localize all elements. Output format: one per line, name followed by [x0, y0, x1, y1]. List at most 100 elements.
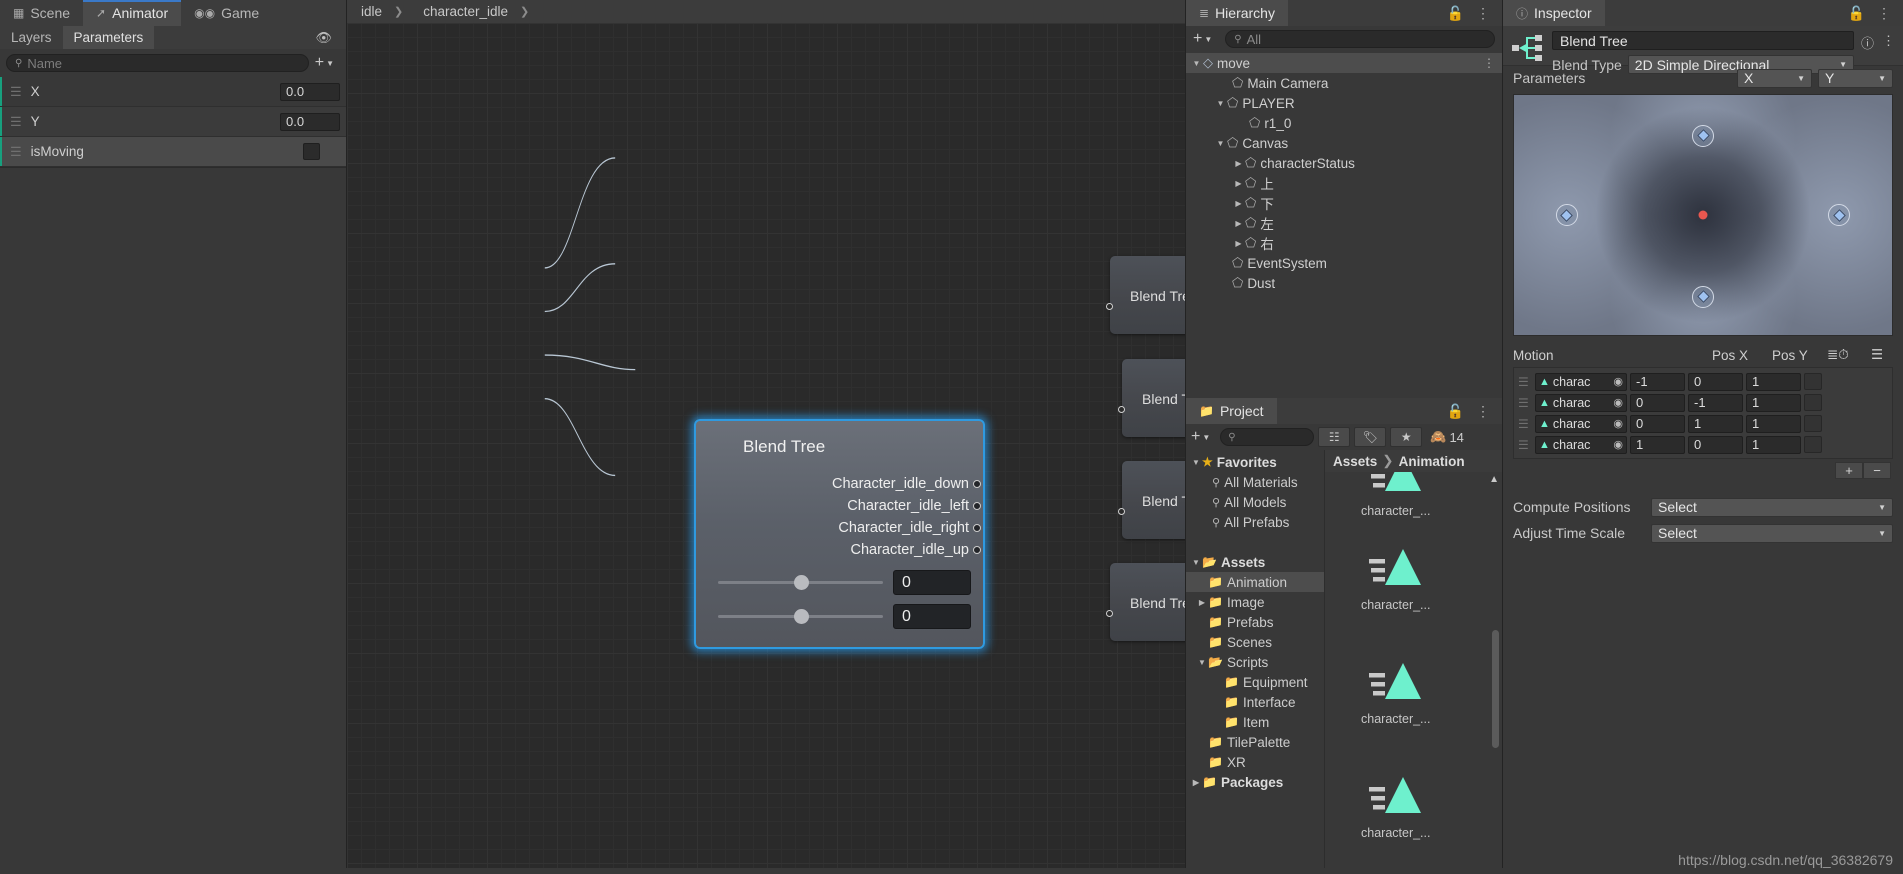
- pos-y-field[interactable]: -1: [1688, 393, 1743, 412]
- slider-value-field[interactable]: 0: [893, 604, 971, 629]
- motion-field[interactable]: ▲ charac ◉: [1535, 372, 1627, 391]
- time-scale-field[interactable]: 1: [1746, 435, 1801, 454]
- lock-icon[interactable]: 🔓: [1447, 6, 1464, 20]
- pos-y-field[interactable]: 1: [1688, 414, 1743, 433]
- remove-motion-button[interactable]: −: [1863, 462, 1891, 479]
- kebab-icon[interactable]: ⋮: [1476, 6, 1490, 20]
- pos-x-field[interactable]: -1: [1630, 372, 1685, 391]
- drag-handle-icon[interactable]: ☰: [1518, 438, 1532, 452]
- time-scale-field[interactable]: 1: [1746, 414, 1801, 433]
- blend-tree-slider-x[interactable]: 0: [696, 570, 983, 595]
- parameter-row-x[interactable]: ☰ X 0.0: [0, 77, 346, 107]
- twirl-right-icon[interactable]: ▶: [1232, 219, 1245, 228]
- drag-handle-icon[interactable]: ☰: [10, 84, 22, 100]
- breadcrumb-idle[interactable]: idle ❯: [347, 0, 409, 23]
- project-item-packages[interactable]: ▶ 📁 Packages: [1186, 772, 1324, 792]
- packages-filter-button[interactable]: ☷: [1318, 427, 1351, 447]
- blend-tree-motion-item[interactable]: Character_idle_right: [696, 517, 981, 539]
- slider-track[interactable]: [718, 609, 883, 624]
- blend-center-marker[interactable]: [1698, 210, 1708, 220]
- object-picker-icon[interactable]: ◉: [1613, 396, 1626, 409]
- mirror-checkbox[interactable]: [1804, 436, 1822, 453]
- label-filter-button[interactable]: 🏷: [1354, 427, 1387, 447]
- time-scale-field[interactable]: 1: [1746, 372, 1801, 391]
- hierarchy-list[interactable]: ▼ ◇ move ⋮ ⬠ Main Camera ▼ ⬠ PLAYER ⬠ r1…: [1186, 52, 1502, 398]
- favorite-filter-button[interactable]: ★: [1390, 427, 1423, 447]
- pos-y-field[interactable]: 0: [1688, 435, 1743, 454]
- tab-game[interactable]: ◉◉ Game: [181, 0, 273, 26]
- asset-name-field[interactable]: Blend Tree: [1552, 31, 1854, 50]
- adjust-time-scale-dropdown[interactable]: Select ▼: [1651, 523, 1893, 543]
- hierarchy-item-canvas[interactable]: ▼ ⬠ Canvas: [1186, 133, 1502, 153]
- object-picker-icon[interactable]: ◉: [1613, 417, 1626, 430]
- blend-tree-motion-item[interactable]: Character_idle_left: [696, 495, 981, 517]
- hierarchy-search-input[interactable]: ⚲ All: [1225, 30, 1495, 48]
- twirl-right-icon[interactable]: ▶: [1196, 598, 1208, 607]
- parameter-search[interactable]: ⚲ Name: [6, 54, 309, 72]
- blend-point[interactable]: [1692, 124, 1714, 147]
- breadcrumb-assets[interactable]: Assets: [1333, 454, 1377, 469]
- add-parameter-button[interactable]: + ▼: [315, 55, 340, 71]
- hierarchy-item-eventsystem[interactable]: ⬠ EventSystem: [1186, 253, 1502, 273]
- asset-item[interactable]: character_...: [1361, 768, 1430, 840]
- scroll-up-arrow-icon[interactable]: ▲: [1489, 474, 1499, 485]
- time-scale-field[interactable]: 1: [1746, 393, 1801, 412]
- project-item-interface[interactable]: 📁 Interface: [1186, 692, 1324, 712]
- asset-item[interactable]: character_...: [1361, 540, 1430, 612]
- project-item-all-models[interactable]: ⚲ All Models: [1186, 492, 1324, 512]
- hierarchy-item-up[interactable]: ▶ ⬠ 上: [1186, 173, 1502, 193]
- twirl-down-icon[interactable]: ▼: [1214, 99, 1227, 108]
- hierarchy-item-move[interactable]: ▼ ◇ move ⋮: [1186, 53, 1502, 73]
- eye-icon[interactable]: 👁: [301, 26, 346, 49]
- state-node-character-idle-down[interactable]: character_idle_down Blend Tree: [1106, 256, 1185, 334]
- motion-field[interactable]: ▲ charac ◉: [1535, 414, 1627, 433]
- state-node-character-idle-left[interactable]: character_idle_left Blend Tree: [1118, 359, 1185, 437]
- lock-icon[interactable]: 🔓: [1447, 404, 1464, 418]
- project-item-scripts[interactable]: ▼ 📂 Scripts: [1186, 652, 1324, 672]
- slider-knob[interactable]: [793, 609, 809, 624]
- mirror-checkbox[interactable]: [1804, 373, 1822, 390]
- output-port-icon[interactable]: [973, 502, 981, 510]
- parameter-row-ismoving[interactable]: ☰ isMoving: [0, 137, 346, 167]
- project-item-equipment[interactable]: 📁 Equipment: [1186, 672, 1324, 692]
- vertical-scrollbar[interactable]: [1492, 630, 1499, 748]
- animator-state-graph[interactable]: Blend Tree Character_idle_down Character…: [347, 23, 1185, 874]
- table-row[interactable]: ☰ ▲ charac ◉ 1 0 1: [1516, 434, 1890, 455]
- parameter-value-field[interactable]: 0.0: [280, 82, 340, 101]
- output-port-icon[interactable]: [973, 546, 981, 554]
- kebab-icon[interactable]: ⋮: [1882, 33, 1895, 52]
- project-item-animation[interactable]: 📁 Animation: [1186, 572, 1324, 592]
- motion-field[interactable]: ▲ charac ◉: [1535, 435, 1627, 454]
- pos-x-field[interactable]: 0: [1630, 393, 1685, 412]
- parameter-row-y[interactable]: ☰ Y 0.0: [0, 107, 346, 137]
- mirror-checkbox[interactable]: [1804, 415, 1822, 432]
- drag-handle-icon[interactable]: ☰: [1518, 417, 1532, 431]
- project-add-button[interactable]: + ▼: [1191, 429, 1216, 445]
- hidden-items-counter[interactable]: 🙈 14: [1426, 429, 1464, 445]
- hierarchy-item-dust[interactable]: ⬠ Dust: [1186, 273, 1502, 293]
- project-item-all-materials[interactable]: ⚲ All Materials: [1186, 472, 1324, 492]
- state-node-character-idle-right[interactable]: character_idle_right Blend Tree: [1118, 461, 1185, 539]
- project-item-assets[interactable]: ▼ 📂 Assets: [1186, 552, 1324, 572]
- twirl-right-icon[interactable]: ▶: [1232, 239, 1245, 248]
- kebab-icon[interactable]: ⋮: [1483, 56, 1495, 70]
- blend-point[interactable]: [1828, 204, 1851, 226]
- project-item-xr[interactable]: 📁 XR: [1186, 752, 1324, 772]
- object-picker-icon[interactable]: ◉: [1613, 375, 1626, 388]
- drag-handle-icon[interactable]: ☰: [1518, 375, 1532, 389]
- pos-x-field[interactable]: 0: [1630, 414, 1685, 433]
- compute-positions-dropdown[interactable]: Select ▼: [1651, 497, 1893, 517]
- twirl-right-icon[interactable]: ▶: [1190, 778, 1202, 787]
- tab-animator[interactable]: ➚ Animator: [83, 0, 182, 26]
- object-picker-icon[interactable]: ◉: [1613, 438, 1626, 451]
- motion-field[interactable]: ▲ charac ◉: [1535, 393, 1627, 412]
- lock-icon[interactable]: 🔓: [1848, 6, 1865, 20]
- pos-x-field[interactable]: 1: [1630, 435, 1685, 454]
- project-item-item[interactable]: 📁 Item: [1186, 712, 1324, 732]
- tab-hierarchy[interactable]: ≣ Hierarchy: [1186, 0, 1288, 26]
- project-items-area[interactable]: character_... character_... character_..…: [1325, 472, 1502, 874]
- asset-item[interactable]: character_...: [1361, 654, 1430, 726]
- project-item-scenes[interactable]: 📁 Scenes: [1186, 632, 1324, 652]
- project-search-input[interactable]: ⚲: [1220, 428, 1315, 446]
- twirl-down-icon[interactable]: ▼: [1196, 658, 1208, 667]
